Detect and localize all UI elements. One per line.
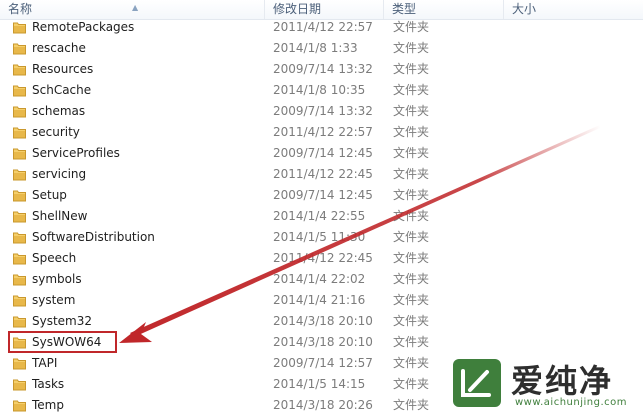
file-type: 文件夹 <box>393 20 430 34</box>
folder-icon <box>13 63 26 76</box>
file-modified-date: 2009/7/14 12:45 <box>273 188 373 202</box>
file-name: SchCache <box>32 83 92 97</box>
file-name: TAPI <box>32 356 58 370</box>
file-row[interactable]: rescache 2014/1/8 1:33 文件夹 <box>0 38 643 59</box>
file-name: System32 <box>32 314 93 328</box>
file-modified-date: 2009/7/14 12:45 <box>273 146 373 160</box>
file-name: schemas <box>32 104 86 118</box>
column-header-name-label: 名称 <box>8 2 33 16</box>
file-name: Speech <box>32 251 77 265</box>
folder-icon <box>13 399 26 412</box>
file-type: 文件夹 <box>393 356 430 370</box>
folder-icon <box>13 126 26 139</box>
folder-icon <box>13 42 26 55</box>
file-row[interactable]: ShellNew 2014/1/4 22:55 文件夹 <box>0 206 643 227</box>
file-row[interactable]: RemotePackages 2011/4/12 22:57 文件夹 <box>0 17 643 38</box>
file-modified-date: 2011/4/12 22:57 <box>273 125 373 139</box>
file-modified-date: 2009/7/14 13:32 <box>273 62 373 76</box>
column-header-date-label: 修改日期 <box>273 2 322 16</box>
folder-icon <box>13 357 26 370</box>
file-modified-date: 2014/3/18 20:26 <box>273 398 373 412</box>
file-type: 文件夹 <box>393 398 430 412</box>
file-type: 文件夹 <box>393 209 430 223</box>
file-type: 文件夹 <box>393 293 430 307</box>
file-modified-date: 2014/1/5 14:15 <box>273 377 366 391</box>
file-name: Resources <box>32 62 94 76</box>
file-modified-date: 2014/3/18 20:10 <box>273 314 373 328</box>
file-modified-date: 2011/4/12 22:45 <box>273 167 373 181</box>
folder-icon <box>13 105 26 118</box>
folder-icon <box>13 84 26 97</box>
column-header-size-label: 大小 <box>512 2 537 16</box>
file-type: 文件夹 <box>393 377 430 391</box>
folder-icon <box>13 315 26 328</box>
file-modified-date: 2014/3/18 20:10 <box>273 335 373 349</box>
file-name: SoftwareDistribution <box>32 230 155 244</box>
file-name: ServiceProfiles <box>32 146 120 160</box>
file-modified-date: 2014/1/5 11:30 <box>273 230 366 244</box>
file-row[interactable]: system 2014/1/4 21:16 文件夹 <box>0 290 643 311</box>
file-modified-date: 2014/1/4 22:55 <box>273 209 366 223</box>
file-name: rescache <box>32 41 86 55</box>
file-type: 文件夹 <box>393 335 430 349</box>
watermark-url: www.aichunjing.com <box>515 397 627 408</box>
folder-icon <box>13 168 26 181</box>
folder-icon <box>13 210 26 223</box>
file-row[interactable]: ServiceProfiles 2009/7/14 12:45 文件夹 <box>0 143 643 164</box>
file-modified-date: 2009/7/14 12:57 <box>273 356 373 370</box>
file-row[interactable]: Setup 2009/7/14 12:45 文件夹 <box>0 185 643 206</box>
file-type: 文件夹 <box>393 314 430 328</box>
file-row[interactable]: symbols 2014/1/4 22:02 文件夹 <box>0 269 643 290</box>
file-modified-date: 2011/4/12 22:57 <box>273 20 373 34</box>
file-row[interactable]: Resources 2009/7/14 13:32 文件夹 <box>0 59 643 80</box>
file-name: servicing <box>32 167 87 181</box>
folder-icon <box>13 147 26 160</box>
file-name: Setup <box>32 188 67 202</box>
file-row[interactable]: security 2011/4/12 22:57 文件夹 <box>0 122 643 143</box>
file-modified-date: 2014/1/4 21:16 <box>273 293 366 307</box>
file-modified-date: 2014/1/4 22:02 <box>273 272 366 286</box>
file-type: 文件夹 <box>393 188 430 202</box>
sort-ascending-icon: ▲ <box>132 3 139 12</box>
file-type: 文件夹 <box>393 83 430 97</box>
file-name: system <box>32 293 76 307</box>
file-row[interactable]: schemas 2009/7/14 13:32 文件夹 <box>0 101 643 122</box>
file-type: 文件夹 <box>393 125 430 139</box>
file-type: 文件夹 <box>393 41 430 55</box>
file-name: security <box>32 125 80 139</box>
file-name: Tasks <box>32 377 65 391</box>
folder-icon <box>13 21 26 34</box>
file-modified-date: 2014/1/8 10:35 <box>273 83 366 97</box>
file-name: ShellNew <box>32 209 88 223</box>
folder-icon <box>13 252 26 265</box>
file-type: 文件夹 <box>393 251 430 265</box>
watermark-text: 爱纯净 <box>511 362 614 400</box>
folder-icon <box>13 231 26 244</box>
file-row[interactable]: SoftwareDistribution 2014/1/5 11:30 文件夹 <box>0 227 643 248</box>
file-modified-date: 2009/7/14 13:32 <box>273 104 373 118</box>
watermark-logo-icon <box>453 359 501 407</box>
file-type: 文件夹 <box>393 230 430 244</box>
file-row[interactable]: System32 2014/3/18 20:10 文件夹 <box>0 311 643 332</box>
folder-icon <box>13 294 26 307</box>
watermark: 爱纯净 www.aichunjing.com <box>453 357 639 413</box>
file-modified-date: 2011/4/12 22:45 <box>273 251 373 265</box>
folder-icon <box>13 378 26 391</box>
annotation-highlight-box <box>8 331 117 353</box>
file-type: 文件夹 <box>393 62 430 76</box>
folder-icon <box>13 189 26 202</box>
file-row[interactable]: servicing 2011/4/12 22:45 文件夹 <box>0 164 643 185</box>
file-name: RemotePackages <box>32 20 135 34</box>
file-modified-date: 2014/1/8 1:33 <box>273 41 358 55</box>
file-name: symbols <box>32 272 82 286</box>
file-type: 文件夹 <box>393 272 430 286</box>
file-name: Temp <box>32 398 64 412</box>
file-type: 文件夹 <box>393 104 430 118</box>
folder-icon <box>13 273 26 286</box>
file-row[interactable]: SchCache 2014/1/8 10:35 文件夹 <box>0 80 643 101</box>
file-type: 文件夹 <box>393 167 430 181</box>
file-row[interactable]: Speech 2011/4/12 22:45 文件夹 <box>0 248 643 269</box>
column-header-type-label: 类型 <box>392 2 417 16</box>
file-type: 文件夹 <box>393 146 430 160</box>
